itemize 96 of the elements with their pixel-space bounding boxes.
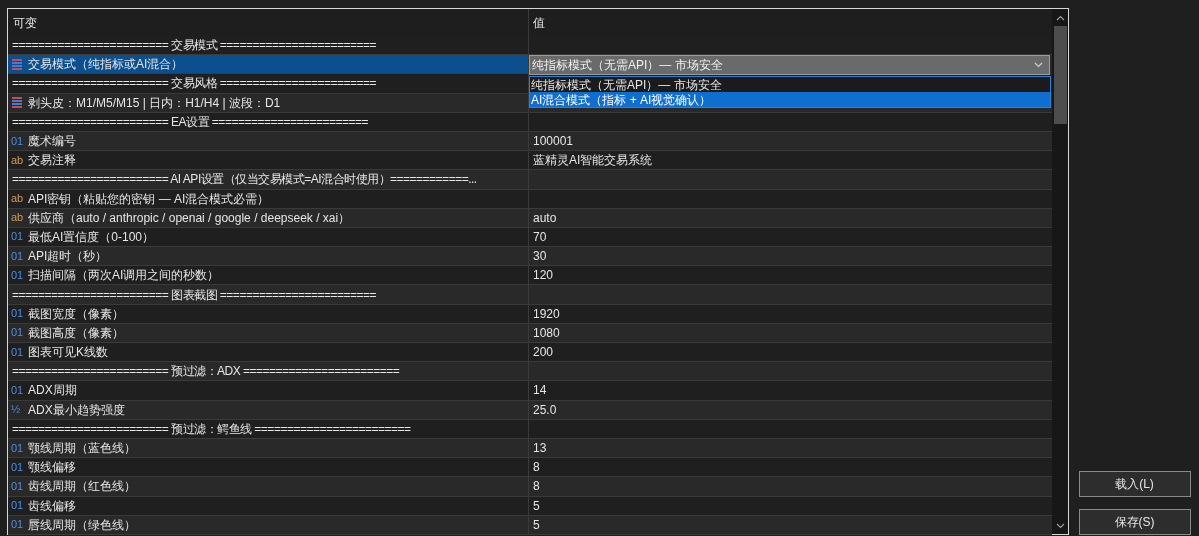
section-header: ======================== AI API设置（仅当交易模式=AI混合时使用）============... — [11, 171, 477, 189]
parameter-value: 5 — [533, 497, 540, 515]
caret-icon — [1034, 62, 1043, 69]
type-icon: 01 — [11, 231, 23, 243]
type-icon: 01 — [11, 308, 23, 320]
parameter-cell[interactable]: ======================== EA设置 ======================== — [8, 112, 529, 131]
parameter-cell[interactable]: 01 魔术编号 — [8, 131, 529, 151]
parameter-value: 8 — [533, 478, 540, 496]
parameter-cell[interactable]: 01 截图宽度（像素） — [8, 304, 529, 323]
parameter-name: 唇线周期（绿色线） — [28, 516, 136, 534]
parameter-value: 1920 — [533, 305, 560, 323]
parameter-value: 13 — [533, 440, 547, 458]
type-icon: ½ — [11, 404, 23, 416]
type-icon: 01 — [11, 346, 23, 358]
parameter-name: 交易模式（纯指标或AI混合） — [28, 56, 184, 74]
type-icon: ab — [11, 154, 23, 166]
parameter-value: 30 — [533, 248, 547, 266]
parameter-name: 图表可见K线数 — [28, 344, 108, 362]
parameter-cell[interactable]: ======================== 交易模式 ======================== — [8, 36, 529, 55]
parameter-name: 供应商（auto / anthropic / openai / google / deepseek / xai） — [28, 209, 351, 227]
parameter-cell[interactable]: 01 API超时（秒） — [8, 247, 529, 266]
parameter-cell[interactable]: 01 颚线偏移 — [8, 458, 529, 477]
parameter-cell[interactable]: 01 图表可见K线数 — [8, 343, 529, 362]
dialog-button[interactable]: 载入(L) — [1078, 471, 1191, 497]
parameter-value: 25.0 — [533, 401, 557, 419]
parameter-cell[interactable]: ======================== 交易风格 ======================== — [8, 74, 529, 93]
dialog-button[interactable]: 保存(S) — [1078, 509, 1191, 535]
parameter-value: 5 — [533, 516, 540, 534]
parameter-name: API超时（秒） — [28, 248, 108, 266]
parameter-cell[interactable]: 01 颚线周期（蓝色线） — [8, 438, 529, 458]
parameter-value: 8 — [533, 459, 540, 477]
parameter-name: 扫描间隔（两次AI调用之间的秒数） — [28, 267, 220, 285]
parameter-cell[interactable]: 01 齿线周期（红色线） — [8, 477, 529, 496]
parameter-value: auto — [533, 209, 557, 227]
parameter-name: API密钥（粘贴您的密钥 — AI混合模式必需） — [28, 190, 270, 208]
selected-parameter-cell[interactable]: 交易模式（纯指标或AI混合） — [8, 55, 529, 74]
parameter-cell[interactable]: 01 唇线周期（绿色线） — [8, 515, 529, 534]
list-icon — [11, 58, 23, 70]
parameter-name: 齿线偏移 — [28, 497, 76, 515]
section-header: ======================== 图表截图 ======================== — [11, 286, 377, 304]
scroll-down-icon[interactable] — [1055, 523, 1065, 529]
column-header: 可变 — [13, 14, 37, 32]
type-icon: 01 — [11, 461, 23, 473]
type-icon: ab — [11, 193, 23, 205]
dropdown[interactable]: 纯指标模式（无需API）— 市场安全 — [529, 55, 1050, 76]
section-header: ======================== EA设置 ======================== — [11, 113, 369, 131]
scrollbar[interactable] — [1052, 9, 1068, 534]
parameter-cell[interactable]: 01 最低AI置信度（0-100） — [8, 227, 529, 247]
parameter-name: 截图高度（像素） — [28, 324, 124, 342]
type-icon: 01 — [11, 384, 23, 396]
parameter-value: 蓝精灵AI智能交易系统 — [533, 152, 653, 170]
type-icon: 01 — [11, 250, 23, 262]
dropdown-option[interactable]: 纯指标模式（无需API）— 市场安全 — [530, 77, 1050, 93]
parameter-name: ADX最小趋势强度 — [28, 401, 125, 419]
parameter-cell[interactable]: ½ ADX最小趋势强度 — [8, 400, 529, 419]
parameter-name: 颚线周期（蓝色线） — [28, 440, 136, 458]
parameter-cell[interactable]: 01 扫描间隔（两次AI调用之间的秒数） — [8, 266, 529, 285]
type-icon: 01 — [11, 327, 23, 339]
parameter-name: 截图宽度（像素） — [28, 305, 124, 323]
section-header: ======================== 交易模式 ======================== — [11, 37, 377, 55]
scroll-up-icon[interactable] — [1055, 15, 1065, 21]
section-header: ======================== 交易风格 ======================== — [11, 75, 377, 93]
parameter-cell[interactable]: 01 ADX周期 — [8, 381, 529, 400]
type-icon: 01 — [11, 480, 23, 492]
parameter-name: 齿线周期（红色线） — [28, 478, 136, 496]
parameter-value: 120 — [533, 267, 554, 285]
parameter-cell[interactable]: 01 截图高度（像素） — [8, 323, 529, 342]
parameter-cell[interactable]: 剥头皮：M1/M5/M15 | 日内：H1/H4 | 波段：D1 — [8, 93, 529, 112]
parameter-cell[interactable]: ab 交易注释 — [8, 151, 529, 170]
parameter-name: ADX周期 — [28, 382, 77, 400]
parameter-name: 魔术编号 — [28, 133, 76, 151]
parameter-name: 交易注释 — [28, 152, 76, 170]
parameter-value: 200 — [533, 344, 554, 362]
parameter-value: 14 — [533, 382, 547, 400]
parameter-cell[interactable]: 01 齿线偏移 — [8, 496, 529, 515]
scrollbar-thumb[interactable] — [1053, 26, 1067, 124]
parameter-name: 剥头皮：M1/M5/M15 | 日内：H1/H4 | 波段：D1 — [28, 94, 281, 112]
section-header: ======================== 预过滤：鳄鱼线 ======================== — [11, 420, 411, 438]
type-icon: ab — [11, 212, 23, 224]
parameter-value: 1080 — [533, 324, 560, 342]
type-icon: 01 — [11, 442, 23, 454]
dropdown-option[interactable]: AI混合模式（指标 + AI视觉确认） — [530, 92, 1050, 108]
parameter-value: 70 — [533, 228, 547, 246]
parameter-cell[interactable]: ab 供应商（auto / anthropic / openai / google / deepseek / xai） — [8, 208, 529, 227]
type-icon: 01 — [11, 500, 23, 512]
parameter-cell[interactable]: ======================== 预过滤：鳄鱼线 ======================== — [8, 419, 529, 438]
column-header: 值 — [533, 14, 545, 32]
parameter-cell[interactable]: ab API密钥（粘贴您的密钥 — AI混合模式必需） — [8, 189, 529, 208]
section-header: ======================== 预过滤：ADX ======================== — [11, 363, 400, 381]
type-icon: 01 — [11, 269, 23, 281]
parameter-name: 颚线偏移 — [28, 459, 76, 477]
list-icon — [11, 97, 23, 109]
parameter-name: 最低AI置信度（0-100） — [28, 228, 155, 246]
type-icon: 01 — [11, 135, 23, 147]
type-icon: 01 — [11, 519, 23, 531]
parameter-value: 100001 — [533, 133, 574, 151]
